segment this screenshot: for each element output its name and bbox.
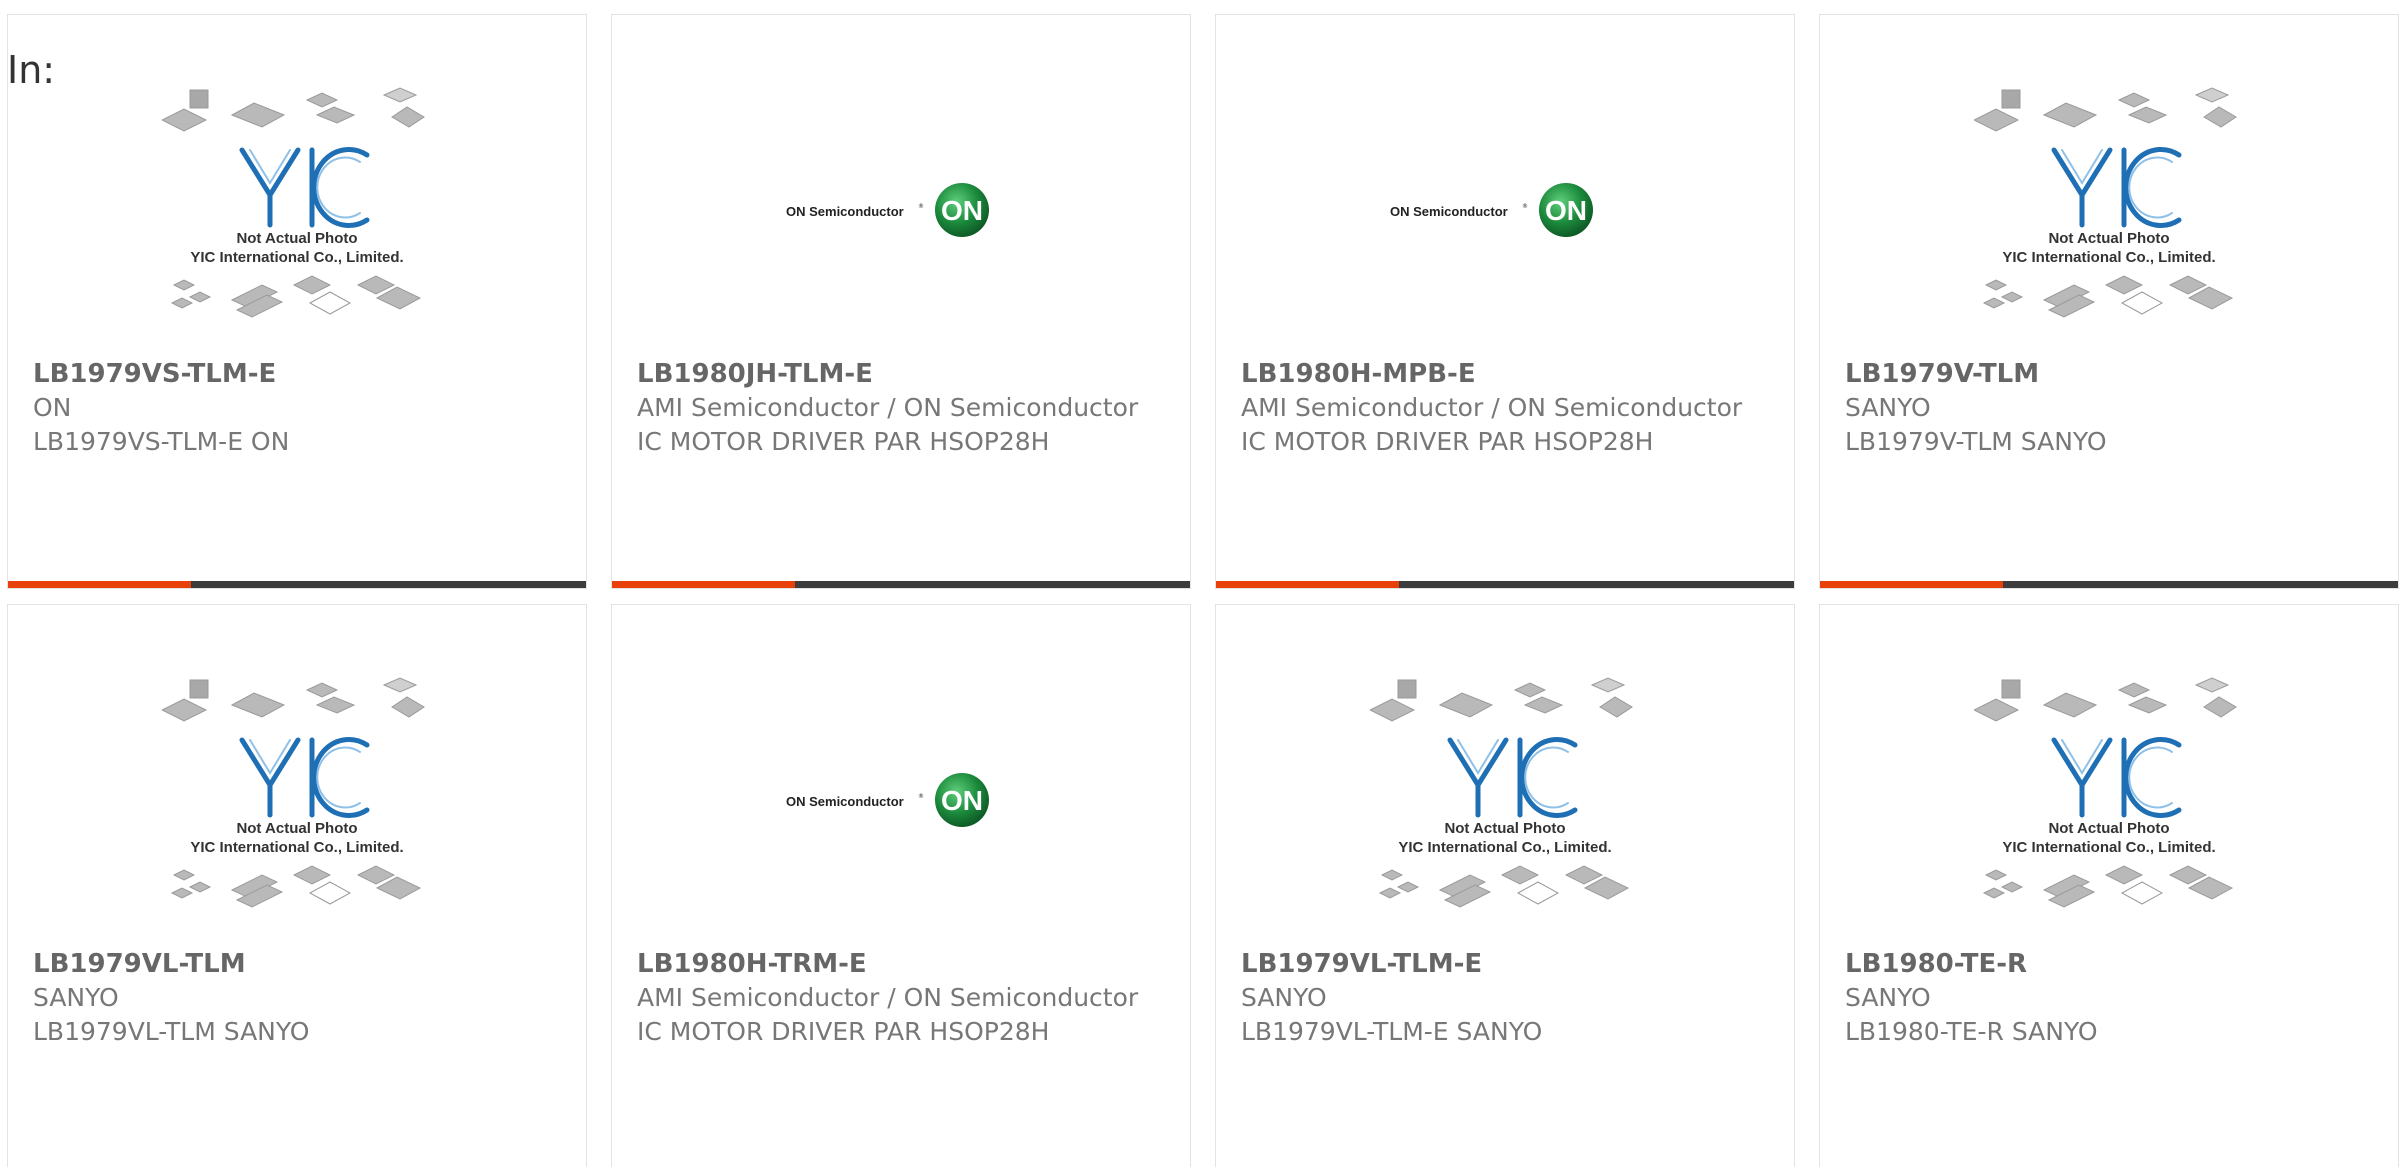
- card-accent-bar: [612, 581, 1190, 588]
- yic-not-actual-photo[interactable]: Not Actual Photo YIC International Co., …: [8, 55, 586, 365]
- product-card[interactable]: ON Semiconductor ® ON LB1980H-TRM-E AMI S…: [611, 604, 1191, 1167]
- card-accent-bar: [1216, 581, 1794, 588]
- on-semiconductor-logo-image: ON Semiconductor ® ON: [1390, 183, 1593, 237]
- product-info: LB1980H-MPB-E AMI Semiconductor / ON Semi…: [1241, 357, 1774, 459]
- part-number-link[interactable]: LB1979VL-TLM-E: [1241, 947, 1774, 981]
- card-accent-segment: [612, 581, 795, 588]
- on-semiconductor-logo[interactable]: ON Semiconductor ® ON: [1216, 55, 1794, 365]
- product-info: LB1979VS-TLM-E ON LB1979VS-TLM-E ON: [33, 357, 566, 459]
- svg-text:ON: ON: [941, 195, 983, 226]
- manufacturer: SANYO: [1241, 983, 1327, 1012]
- yic-placeholder-image: Not Actual Photo YIC International Co., …: [1974, 677, 2237, 908]
- manufacturer: SANYO: [1845, 983, 1931, 1012]
- product-info: LB1980H-TRM-E AMI Semiconductor / ON Semi…: [637, 947, 1170, 1049]
- svg-text:YIC International Co., Limited: YIC International Co., Limited.: [190, 249, 403, 266]
- svg-text:Not Actual Photo: Not Actual Photo: [236, 230, 357, 247]
- yic-not-actual-photo[interactable]: Not Actual Photo YIC International Co., …: [1216, 645, 1794, 955]
- yic-placeholder-image: Not Actual Photo YIC International Co., …: [162, 677, 425, 908]
- svg-text:®: ®: [918, 203, 924, 210]
- product-info: LB1979VL-TLM-E SANYO LB1979VL-TLM-E SANYO: [1241, 947, 1774, 1049]
- product-info: LB1980JH-TLM-E AMI Semiconductor / ON Sem…: [637, 357, 1170, 459]
- svg-text:ON: ON: [1545, 195, 1587, 226]
- product-info: LB1979VL-TLM SANYO LB1979VL-TLM SANYO: [33, 947, 566, 1049]
- description: LB1979VS-TLM-E ON: [33, 427, 290, 456]
- product-info: LB1979V-TLM SANYO LB1979V-TLM SANYO: [1845, 357, 2378, 459]
- part-number-link[interactable]: LB1980-TE-R: [1845, 947, 2378, 981]
- part-number-link[interactable]: LB1980JH-TLM-E: [637, 357, 1170, 391]
- manufacturer: AMI Semiconductor / ON Semiconductor: [1241, 393, 1743, 422]
- manufacturer: SANYO: [33, 983, 119, 1012]
- product-grid: Not Actual Photo YIC International Co., …: [7, 14, 2399, 1167]
- description: IC MOTOR DRIVER PAR HSOP28H: [637, 1017, 1050, 1046]
- svg-text:®: ®: [1522, 203, 1528, 210]
- product-card[interactable]: Not Actual Photo YIC International Co., …: [1819, 14, 2399, 589]
- product-card[interactable]: Not Actual Photo YIC International Co., …: [7, 14, 587, 589]
- on-semiconductor-logo[interactable]: ON Semiconductor ® ON: [612, 55, 1190, 365]
- svg-text:ON Semiconductor: ON Semiconductor: [1390, 204, 1508, 219]
- yic-placeholder-image: Not Actual Photo YIC International Co., …: [1370, 677, 1633, 908]
- svg-text:Not Actual Photo: Not Actual Photo: [236, 820, 357, 837]
- product-listing-page: In: Not Actual Photo YIC International C…: [0, 0, 2400, 1167]
- svg-text:ON: ON: [941, 785, 983, 816]
- product-card[interactable]: Not Actual Photo YIC International Co., …: [7, 604, 587, 1167]
- yic-not-actual-photo[interactable]: Not Actual Photo YIC International Co., …: [1820, 645, 2398, 955]
- description: LB1980-TE-R SANYO: [1845, 1017, 2098, 1046]
- svg-text:YIC International Co., Limited: YIC International Co., Limited.: [2002, 249, 2215, 266]
- product-info: LB1980-TE-R SANYO LB1980-TE-R SANYO: [1845, 947, 2378, 1049]
- part-number-link[interactable]: LB1980H-MPB-E: [1241, 357, 1774, 391]
- description: LB1979VL-TLM-E SANYO: [1241, 1017, 1543, 1046]
- part-number-link[interactable]: LB1979V-TLM: [1845, 357, 2378, 391]
- svg-text:YIC International Co., Limited: YIC International Co., Limited.: [2002, 839, 2215, 856]
- manufacturer: ON: [33, 393, 72, 422]
- yic-not-actual-photo[interactable]: Not Actual Photo YIC International Co., …: [8, 645, 586, 955]
- product-card[interactable]: ON Semiconductor ® ON LB1980H-MPB-E AMI S…: [1215, 14, 1795, 589]
- svg-text:ON Semiconductor: ON Semiconductor: [786, 204, 904, 219]
- part-number-link[interactable]: LB1979VS-TLM-E: [33, 357, 566, 391]
- card-accent-segment: [1820, 581, 2003, 588]
- part-number-link[interactable]: LB1979VL-TLM: [33, 947, 566, 981]
- svg-text:YIC International Co., Limited: YIC International Co., Limited.: [190, 839, 403, 856]
- on-semiconductor-logo-image: ON Semiconductor ® ON: [786, 183, 989, 237]
- yic-placeholder-image: Not Actual Photo YIC International Co., …: [162, 87, 425, 318]
- svg-text:Not Actual Photo: Not Actual Photo: [2048, 230, 2169, 247]
- svg-text:ON Semiconductor: ON Semiconductor: [786, 794, 904, 809]
- card-accent-segment: [1216, 581, 1399, 588]
- description: IC MOTOR DRIVER PAR HSOP28H: [1241, 427, 1654, 456]
- on-semiconductor-logo[interactable]: ON Semiconductor ® ON: [612, 645, 1190, 955]
- product-card[interactable]: Not Actual Photo YIC International Co., …: [1819, 604, 2399, 1167]
- product-card[interactable]: ON Semiconductor ® ON LB1980JH-TLM-E AMI …: [611, 14, 1191, 589]
- card-accent-bar: [1820, 581, 2398, 588]
- svg-text:®: ®: [918, 793, 924, 800]
- manufacturer: AMI Semiconductor / ON Semiconductor: [637, 393, 1139, 422]
- card-accent-bar: [8, 581, 586, 588]
- product-card[interactable]: Not Actual Photo YIC International Co., …: [1215, 604, 1795, 1167]
- description: IC MOTOR DRIVER PAR HSOP28H: [637, 427, 1050, 456]
- description: LB1979VL-TLM SANYO: [33, 1017, 310, 1046]
- in-label: In:: [7, 48, 56, 92]
- svg-text:Not Actual Photo: Not Actual Photo: [1444, 820, 1565, 837]
- svg-text:Not Actual Photo: Not Actual Photo: [2048, 820, 2169, 837]
- yic-not-actual-photo[interactable]: Not Actual Photo YIC International Co., …: [1820, 55, 2398, 365]
- card-accent-segment: [8, 581, 191, 588]
- yic-placeholder-image: Not Actual Photo YIC International Co., …: [1974, 87, 2237, 318]
- on-semiconductor-logo-image: ON Semiconductor ® ON: [786, 773, 989, 827]
- manufacturer: AMI Semiconductor / ON Semiconductor: [637, 983, 1139, 1012]
- description: LB1979V-TLM SANYO: [1845, 427, 2107, 456]
- svg-text:YIC International Co., Limited: YIC International Co., Limited.: [1398, 839, 1611, 856]
- manufacturer: SANYO: [1845, 393, 1931, 422]
- part-number-link[interactable]: LB1980H-TRM-E: [637, 947, 1170, 981]
